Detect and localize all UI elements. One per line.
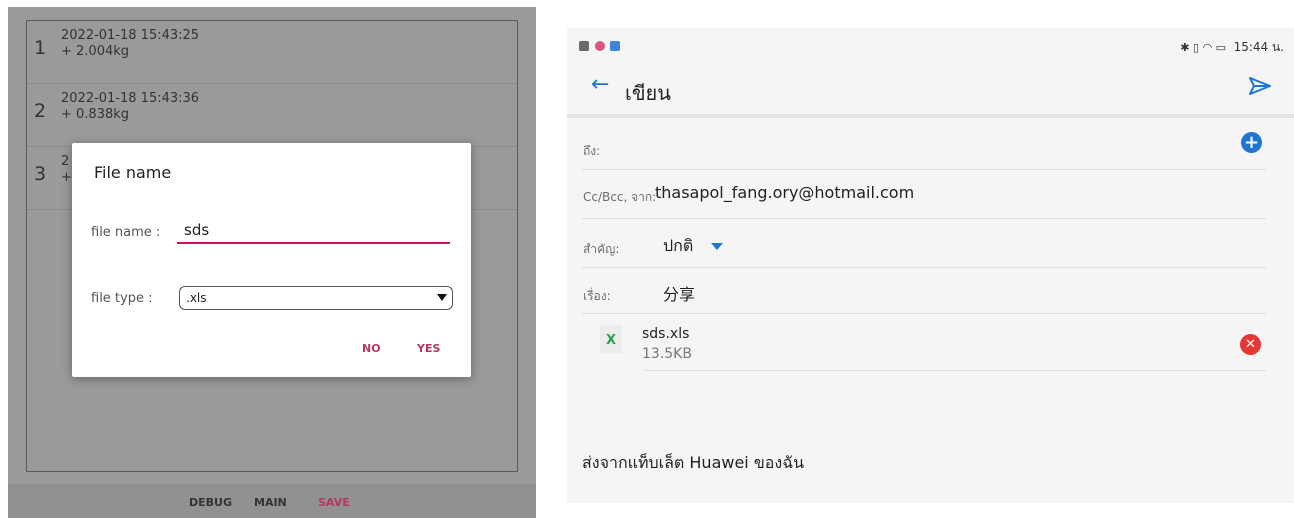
- subject-label: เรื่อง:: [583, 289, 611, 303]
- subject-field[interactable]: เรื่อง: 分享: [582, 268, 1266, 314]
- main-button[interactable]: MAIN: [254, 496, 287, 509]
- email-compose-screen: ✱ ▯ ◠ ▭ 15:44 น. ← เขียน ถึง: + Cc/Bcc, …: [567, 28, 1294, 503]
- chat-icon: [610, 41, 620, 51]
- attachment-item[interactable]: X sds.xls 13.5KB ✕: [600, 314, 1266, 371]
- priority-field[interactable]: สำคัญ: ปกติ: [582, 219, 1266, 268]
- bottom-nav: DEBUG MAIN SAVE: [8, 484, 536, 518]
- back-arrow-icon[interactable]: ←: [591, 72, 609, 97]
- excel-file-icon: X: [600, 325, 622, 353]
- file-name-underline: [177, 242, 450, 244]
- file-name-input[interactable]: sds: [184, 221, 209, 239]
- row-number: 1: [34, 37, 47, 59]
- wifi-icon: ◠: [1202, 41, 1213, 54]
- vibrate-icon: ▯: [1193, 41, 1200, 54]
- row-number: 2: [34, 100, 47, 122]
- dropdown-arrow-icon: [437, 294, 447, 301]
- row-timestamp: 2: [61, 154, 70, 169]
- save-button[interactable]: SAVE: [318, 496, 350, 509]
- file-type-value: .xls: [186, 291, 207, 305]
- row-timestamp: 2022-01-18 15:43:36: [61, 91, 200, 106]
- app-icon: [594, 41, 605, 51]
- bluetooth-icon: ✱: [1180, 41, 1190, 54]
- attachment-size: 13.5KB: [642, 346, 692, 362]
- cc-bcc-from-field[interactable]: Cc/Bcc, จาก: thasapol_fang.ory@hotmail.c…: [582, 170, 1266, 219]
- status-time: 15:44 น.: [1233, 40, 1284, 54]
- list-item[interactable]: 2 2022-01-18 15:43:36 + 0.838kg: [27, 84, 517, 147]
- row-timestamp: 2022-01-18 15:43:25: [61, 28, 200, 43]
- email-signature[interactable]: ส่งจากแท็บเล็ต Huawei ของฉัน: [582, 451, 804, 476]
- priority-label: สำคัญ:: [583, 242, 620, 256]
- no-button[interactable]: NO: [362, 342, 381, 355]
- row-weight: + 2.004kg: [61, 44, 130, 59]
- file-name-dialog: File name file name : sds file type : .x…: [72, 143, 471, 377]
- list-item[interactable]: 1 2022-01-18 15:43:25 + 2.004kg: [27, 21, 517, 84]
- dialog-title: File name: [94, 163, 172, 182]
- gallery-icon: [579, 41, 589, 51]
- battery-icon: ▭: [1215, 41, 1227, 54]
- remove-attachment-icon[interactable]: ✕: [1240, 334, 1261, 355]
- status-bar: ✱ ▯ ◠ ▭ 15:44 น.: [567, 28, 1294, 62]
- notification-icons: [579, 39, 622, 52]
- add-recipient-icon[interactable]: +: [1241, 132, 1262, 153]
- subject-input[interactable]: 分享: [663, 281, 695, 305]
- yes-button[interactable]: YES: [417, 342, 440, 355]
- row-weight: + 0.838kg: [61, 107, 130, 122]
- cc-bcc-label: Cc/Bcc, จาก:: [583, 190, 657, 204]
- dropdown-arrow-icon[interactable]: [711, 243, 723, 250]
- send-icon[interactable]: [1248, 76, 1272, 96]
- to-field[interactable]: ถึง: +: [582, 118, 1266, 170]
- file-type-label: file type :: [91, 291, 153, 306]
- debug-button[interactable]: DEBUG: [189, 496, 232, 509]
- status-indicators: ✱ ▯ ◠ ▭ 15:44 น.: [1180, 38, 1284, 57]
- row-number: 3: [34, 163, 47, 185]
- page-title: เขียน: [625, 81, 671, 105]
- compose-toolbar: ← เขียน: [567, 62, 1294, 114]
- from-address: thasapol_fang.ory@hotmail.com: [655, 183, 915, 202]
- priority-value[interactable]: ปกติ: [663, 234, 693, 259]
- file-type-select[interactable]: .xls: [179, 286, 453, 310]
- attachment-name: sds.xls: [642, 326, 690, 342]
- to-label: ถึง:: [583, 144, 601, 158]
- file-name-label: file name :: [91, 225, 161, 240]
- row-weight: +: [61, 170, 72, 185]
